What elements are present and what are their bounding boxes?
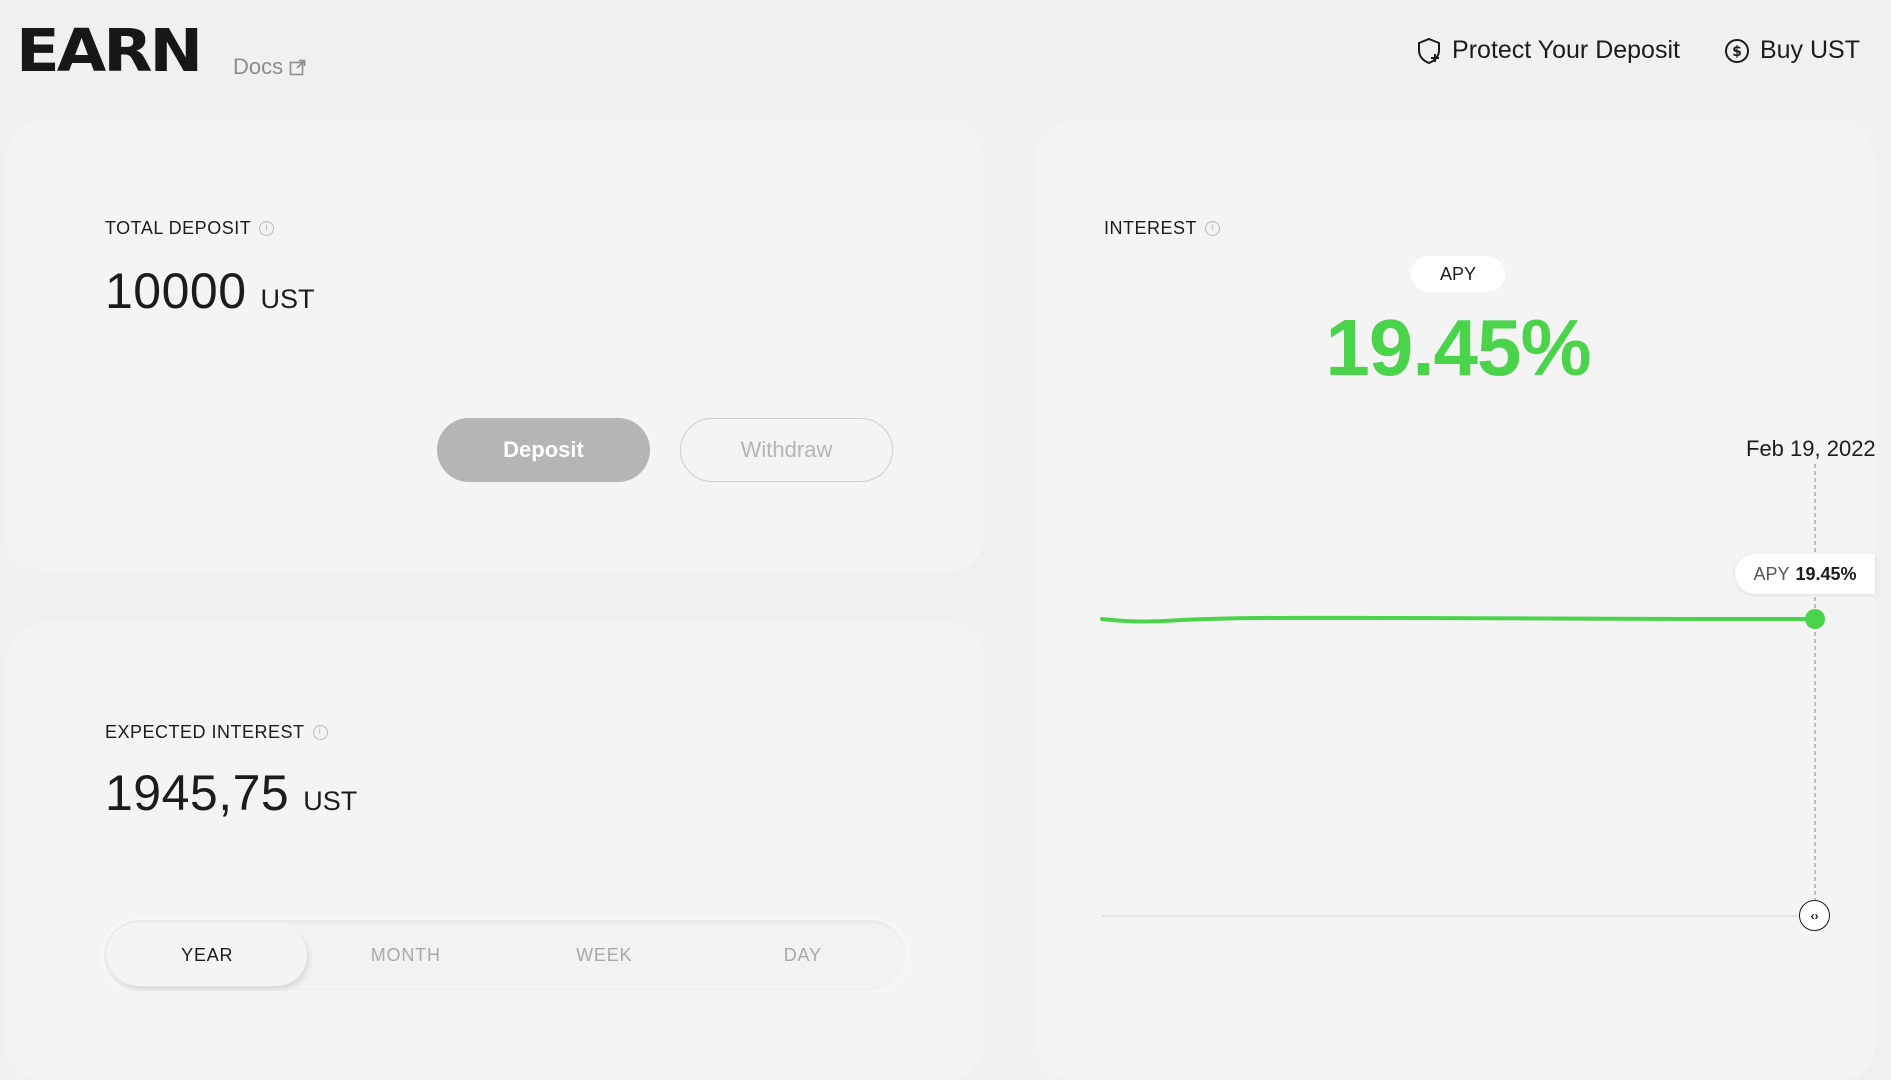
expected-interest-label: EXPECTED INTEREST <box>105 722 305 742</box>
header-actions: Protect Your Deposit $ Buy UST <box>1416 36 1860 65</box>
svg-text:$: $ <box>1732 44 1742 60</box>
buy-ust-button[interactable]: $ Buy UST <box>1724 36 1860 65</box>
chart-date: Feb 19, 2022 <box>1746 436 1876 461</box>
expected-interest-heading: EXPECTED INTEREST i <box>105 722 328 743</box>
period-tabs: YEAR MONTH WEEK DAY <box>104 920 906 991</box>
tooltip-value: 19.45% <box>1795 563 1857 584</box>
tab-year[interactable]: YEAR <box>108 925 307 986</box>
expected-interest-unit: UST <box>303 786 358 816</box>
dollar-coin-icon: $ <box>1724 38 1749 63</box>
expected-interest-amount: 1945,75 UST <box>105 764 357 822</box>
info-icon[interactable]: i <box>312 725 328 740</box>
apy-tooltip: APY 19.45% <box>1735 554 1875 594</box>
total-deposit-card: TOTAL DEPOSIT i 10000 UST Deposit Withdr… <box>12 126 984 571</box>
withdraw-button[interactable]: Withdraw <box>680 418 893 482</box>
chart-scrub-handle[interactable]: ‹› <box>1799 900 1830 931</box>
deposit-button[interactable]: Deposit <box>437 418 650 482</box>
total-deposit-value: 10000 <box>105 263 247 319</box>
protect-deposit-button[interactable]: Protect Your Deposit <box>1416 36 1680 65</box>
total-deposit-heading: TOTAL DEPOSIT i <box>105 218 275 239</box>
external-link-icon <box>289 59 306 75</box>
tab-day[interactable]: DAY <box>704 925 903 986</box>
shield-plus-icon <box>1418 37 1441 64</box>
apy-line <box>1100 615 1817 624</box>
tab-month[interactable]: MONTH <box>307 925 506 986</box>
expected-interest-card: EXPECTED INTEREST i 1945,75 UST YEAR MON… <box>12 628 984 1080</box>
apy-chart[interactable] <box>1041 126 1875 1080</box>
apy-point <box>1805 609 1825 629</box>
expected-interest-value: 1945,75 <box>105 765 290 821</box>
info-icon[interactable]: i <box>259 221 275 236</box>
total-deposit-unit: UST <box>260 284 315 314</box>
buy-ust-label: Buy UST <box>1759 36 1860 64</box>
total-deposit-label: TOTAL DEPOSIT <box>105 218 252 238</box>
earn-page: EARN Docs Protect Your Deposit $ Buy UST… <box>0 0 1891 1080</box>
brand-logo: EARN <box>16 17 203 86</box>
interest-card: INTEREST i APY 19.45% Feb 19, 2022 APY 1… <box>1041 126 1876 1080</box>
tab-week[interactable]: WEEK <box>505 925 704 986</box>
tooltip-label: APY <box>1753 563 1790 584</box>
protect-deposit-label: Protect Your Deposit <box>1452 36 1680 64</box>
docs-label: Docs <box>233 54 284 79</box>
total-deposit-amount: 10000 UST <box>105 262 315 320</box>
docs-link[interactable]: Docs <box>233 54 306 80</box>
